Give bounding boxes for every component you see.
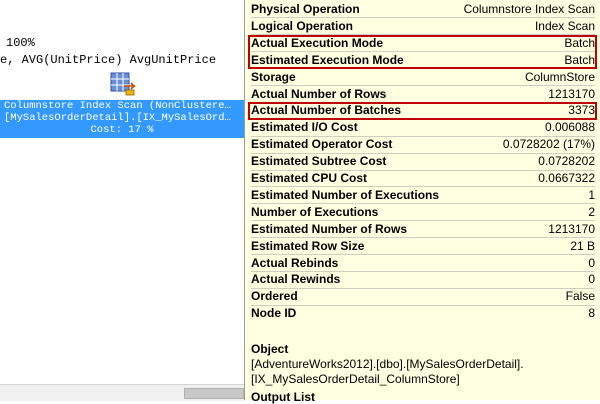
property-value: Columnstore Index Scan xyxy=(463,2,595,16)
property-row: Physical Operation Columnstore Index Scan xyxy=(251,1,595,17)
property-row: Logical Operation Index Scan xyxy=(251,18,595,34)
horizontal-scrollbar[interactable] xyxy=(0,384,246,401)
property-value: 0.0728202 (17%) xyxy=(502,137,595,152)
execution-mode-highlight xyxy=(248,35,597,69)
property-row: Estimated Subtree Cost 0.0728202 xyxy=(251,153,595,169)
scrollbar-thumb[interactable] xyxy=(184,388,244,399)
object-value-line2: [IX_MySalesOrderDetail_ColumnStore] xyxy=(251,372,460,386)
property-row: Estimated Number of Rows 1213170 xyxy=(251,221,595,237)
property-row: Ordered False xyxy=(251,288,595,304)
object-value: [AdventureWorks2012].[dbo].[MySalesOrder… xyxy=(251,357,524,387)
property-label: Actual Rewinds xyxy=(251,272,341,287)
property-label: Ordered xyxy=(251,289,298,304)
columnstore-index-scan-node[interactable]: Columnstore Index Scan (NonClustere… [My… xyxy=(0,100,244,138)
property-value: 1213170 xyxy=(548,86,595,101)
object-title: Object xyxy=(251,342,289,356)
node-object-label: [MySalesOrderDetail].[IX_MySalesOrd… xyxy=(4,112,231,124)
output-list-title: Output List xyxy=(251,390,315,404)
property-label: Estimated Operator Cost xyxy=(251,137,393,152)
property-value: False xyxy=(565,289,595,304)
property-label: Number of Executions xyxy=(251,204,379,219)
columnstore-index-scan-icon[interactable] xyxy=(110,72,136,96)
property-row: Estimated Operator Cost 0.0728202 (17%) xyxy=(251,136,595,152)
property-label: Estimated CPU Cost xyxy=(251,171,368,185)
property-label: Estimated Row Size xyxy=(251,238,365,253)
operator-properties-tooltip: Physical Operation Columnstore Index Scan… xyxy=(244,0,600,404)
property-row: Estimated I/O Cost 0.006088 xyxy=(251,119,595,135)
batches-highlight xyxy=(248,102,597,120)
property-row: Estimated Number of Executions 1 xyxy=(251,187,595,203)
property-value: 1213170 xyxy=(548,221,595,236)
property-row: Actual Rebinds 0 xyxy=(251,255,595,271)
property-label: Estimated I/O Cost xyxy=(251,120,358,135)
property-row: Estimated Row Size 21 B xyxy=(251,238,595,254)
property-value: ColumnStore xyxy=(524,69,595,84)
property-value: 21 B xyxy=(570,238,595,253)
property-value: 2 xyxy=(588,204,595,219)
property-label: Node ID xyxy=(251,306,297,321)
property-row: Actual Rewinds 0 xyxy=(251,271,595,287)
property-label: Estimated Number of Executions xyxy=(251,187,440,202)
property-value: Index Scan xyxy=(534,18,595,33)
property-value: 8 xyxy=(588,306,595,321)
property-label: Storage xyxy=(251,69,296,84)
property-value: 0.006088 xyxy=(544,120,595,135)
property-label: Physical Operation xyxy=(251,2,360,16)
plan-query-cost-percent: 100% xyxy=(6,36,35,50)
property-label: Estimated Number of Rows xyxy=(251,221,408,236)
execution-plan-pane: 100% e, AVG(UnitPrice) AvgUnitPrice Colu… xyxy=(0,0,246,401)
property-label: Estimated Subtree Cost xyxy=(251,154,387,169)
property-value: 0 xyxy=(588,255,595,270)
property-value: 0 xyxy=(588,272,595,287)
property-row: Number of Executions 2 xyxy=(251,204,595,220)
property-value: 0.0667322 xyxy=(538,171,595,185)
property-row: Actual Number of Rows 1213170 xyxy=(251,86,595,102)
node-operation-label: Columnstore Index Scan (NonClustere… xyxy=(4,100,231,112)
object-value-line1: [AdventureWorks2012].[dbo].[MySalesOrder… xyxy=(251,357,524,371)
property-value: 0.0728202 xyxy=(538,154,595,169)
property-row: Estimated CPU Cost 0.0667322 xyxy=(251,170,595,186)
property-value: 1 xyxy=(588,187,595,202)
plan-query-text: e, AVG(UnitPrice) AvgUnitPrice xyxy=(0,53,217,67)
node-cost-label: Cost: 17 % xyxy=(90,124,154,136)
property-label: Actual Rebinds xyxy=(251,255,339,270)
property-label: Logical Operation xyxy=(251,18,354,33)
property-label: Actual Number of Rows xyxy=(251,86,387,101)
property-row: Node ID 8 xyxy=(251,305,595,321)
property-row: Storage ColumnStore xyxy=(251,69,595,85)
